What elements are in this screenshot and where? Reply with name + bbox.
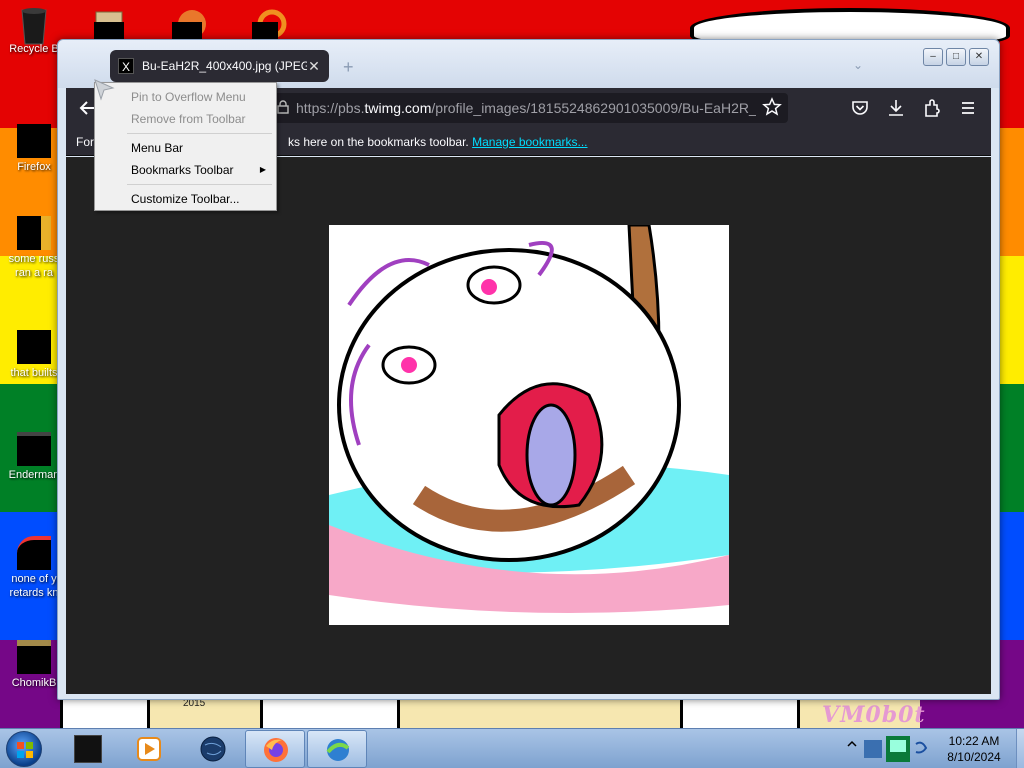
bookmarks-message-prefix: For xyxy=(76,135,94,149)
menu-separator xyxy=(127,133,272,134)
menu-item-label: Remove from Toolbar xyxy=(131,112,246,126)
url-text[interactable]: https://pbs.twimg.com/profile_images/181… xyxy=(296,100,756,116)
url-path: /profile_images/1815524862901035009/Bu-E… xyxy=(431,100,756,116)
recycle-bin-icon xyxy=(17,6,51,45)
new-tab-button[interactable]: + xyxy=(343,57,354,78)
tab-title: Bu-EaH2R_400x400.jpg (JPEG Image, 400 × … xyxy=(142,59,307,73)
start-button[interactable] xyxy=(6,731,42,767)
show-desktop-button[interactable] xyxy=(1016,729,1024,768)
mouse-cursor-icon xyxy=(93,78,117,105)
taskbar-button-download-manager[interactable] xyxy=(307,730,367,768)
taskbar: 10:22 AM 8/10/2024 xyxy=(0,728,1024,768)
menu-item-label: Customize Toolbar... xyxy=(131,192,240,206)
wallpaper-watermark: VM0b0t xyxy=(822,702,926,728)
downloads-icon[interactable] xyxy=(884,96,908,120)
manage-bookmarks-link[interactable]: Manage bookmarks... xyxy=(472,135,587,149)
jpeg-image[interactable] xyxy=(329,225,729,625)
menu-item-pin-to-overflow[interactable]: Pin to Overflow Menu xyxy=(97,86,274,108)
firefox-icon xyxy=(17,124,51,158)
system-tray xyxy=(842,730,932,768)
menu-item-label: Menu Bar xyxy=(131,141,184,155)
hamburger-menu-icon[interactable] xyxy=(956,96,980,120)
folder-icon xyxy=(17,330,51,364)
extensions-icon[interactable] xyxy=(920,96,944,120)
clock-date: 8/10/2024 xyxy=(947,750,1001,764)
clock-time: 10:22 AM xyxy=(948,734,1000,748)
desktop-icon-stub[interactable] xyxy=(170,6,210,42)
menu-item-label: Pin to Overflow Menu xyxy=(131,90,246,104)
menu-separator xyxy=(127,184,272,185)
pocket-icon[interactable] xyxy=(848,96,872,120)
globe-icon xyxy=(199,735,227,763)
x-logo-icon: X xyxy=(118,58,134,74)
menu-item-menu-bar[interactable]: Menu Bar xyxy=(97,137,274,159)
menu-item-label: Bookmarks Toolbar xyxy=(131,163,234,177)
cmd-icon xyxy=(74,735,102,763)
hamster-icon xyxy=(17,640,51,674)
download-manager-icon xyxy=(324,736,352,764)
bookmark-star-icon[interactable] xyxy=(762,97,782,122)
taskbar-button-firefox[interactable] xyxy=(245,730,305,768)
taskbar-button-cmd[interactable] xyxy=(58,730,118,768)
taskbar-button-globe[interactable] xyxy=(183,730,243,768)
firefox-icon xyxy=(262,736,290,764)
page-info-icon[interactable] xyxy=(276,100,290,114)
bookmarks-empty-message: ks here on the bookmarks toolbar. Manage… xyxy=(288,135,588,149)
tab-close-button[interactable]: ✕ xyxy=(307,58,321,75)
media-player-icon xyxy=(135,735,163,763)
maximize-button[interactable]: □ xyxy=(946,48,966,66)
bookmarks-message-text: ks here on the bookmarks toolbar. xyxy=(288,135,469,149)
url-domain: twimg.com xyxy=(364,100,432,116)
chrome-icon xyxy=(17,536,51,570)
submenu-arrow-icon: ▶ xyxy=(259,165,266,174)
close-window-button[interactable]: ✕ xyxy=(969,48,989,66)
page-content xyxy=(66,157,991,694)
tab-image[interactable]: X Bu-EaH2R_400x400.jpg (JPEG Image, 400 … xyxy=(110,50,329,82)
list-all-tabs-button[interactable]: ⌄ xyxy=(853,58,863,72)
taskbar-button-media-player[interactable] xyxy=(119,730,179,768)
console-icon xyxy=(17,432,51,466)
url-bar[interactable]: https://pbs.twimg.com/profile_images/181… xyxy=(272,93,788,123)
document-icon xyxy=(17,216,51,250)
menu-item-customize-toolbar[interactable]: Customize Toolbar... xyxy=(97,188,274,210)
system-clock[interactable]: 10:22 AM 8/10/2024 xyxy=(932,733,1016,765)
url-prefix: https://pbs. xyxy=(296,100,365,116)
toolbar-context-menu: Pin to Overflow Menu Remove from Toolbar… xyxy=(94,82,277,211)
title-bar[interactable]: X Bu-EaH2R_400x400.jpg (JPEG Image, 400 … xyxy=(58,40,999,88)
menu-item-remove-from-toolbar[interactable]: Remove from Toolbar xyxy=(97,108,274,130)
menu-item-bookmarks-toolbar[interactable]: Bookmarks Toolbar ▶ xyxy=(97,159,274,181)
desktop-icon-stub[interactable] xyxy=(92,6,132,42)
minimize-button[interactable]: – xyxy=(923,48,943,66)
desktop-icon-stub[interactable] xyxy=(248,6,288,42)
